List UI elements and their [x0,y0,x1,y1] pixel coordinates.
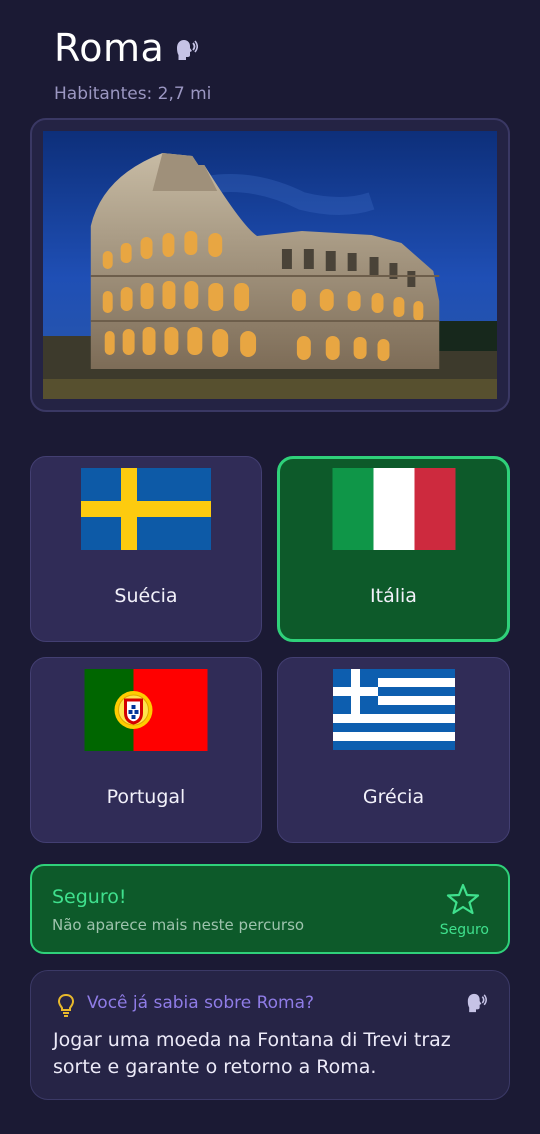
option-italy[interactable]: Itália [277,456,510,642]
fact-text: Jogar uma moeda na Fontana di Trevi traz… [53,1029,451,1078]
option-label: Portugal [106,786,186,808]
italy-flag-icon [332,468,455,550]
star-icon[interactable] [446,882,480,916]
option-portugal[interactable]: Portugal [30,657,262,843]
option-sweden[interactable]: Suécia [30,456,262,642]
option-label: Suécia [114,585,178,607]
option-label: Itália [370,585,417,607]
lightbulb-icon [57,993,75,1017]
header: Roma Habitantes: 2,7 mi [54,26,211,104]
portugal-flag-icon [84,669,208,751]
sweden-flag-icon [81,468,211,550]
feedback-banner: Seguro! Não aparece mais neste percurso … [30,864,510,954]
option-greece[interactable]: Grécia [277,657,510,843]
title-row: Roma [54,26,211,70]
speaking-head-icon[interactable] [174,39,199,61]
greece-flag-icon [332,669,455,750]
feedback-subtitle: Não aparece mais neste percurso [52,916,305,934]
option-label: Grécia [362,786,425,808]
fact-title: Você já sabia sobre Roma? [87,993,315,1013]
colosseum-photo [43,131,497,399]
feedback-title: Seguro! [52,886,127,908]
star-label: Seguro [439,922,489,938]
fact-card: Você já sabia sobre Roma? Jogar uma moed… [30,970,510,1100]
population-text: Habitantes: 2,7 mi [54,84,212,104]
city-title: Roma [54,26,165,70]
city-image-card [30,118,510,412]
speaking-head-icon[interactable] [465,993,487,1013]
